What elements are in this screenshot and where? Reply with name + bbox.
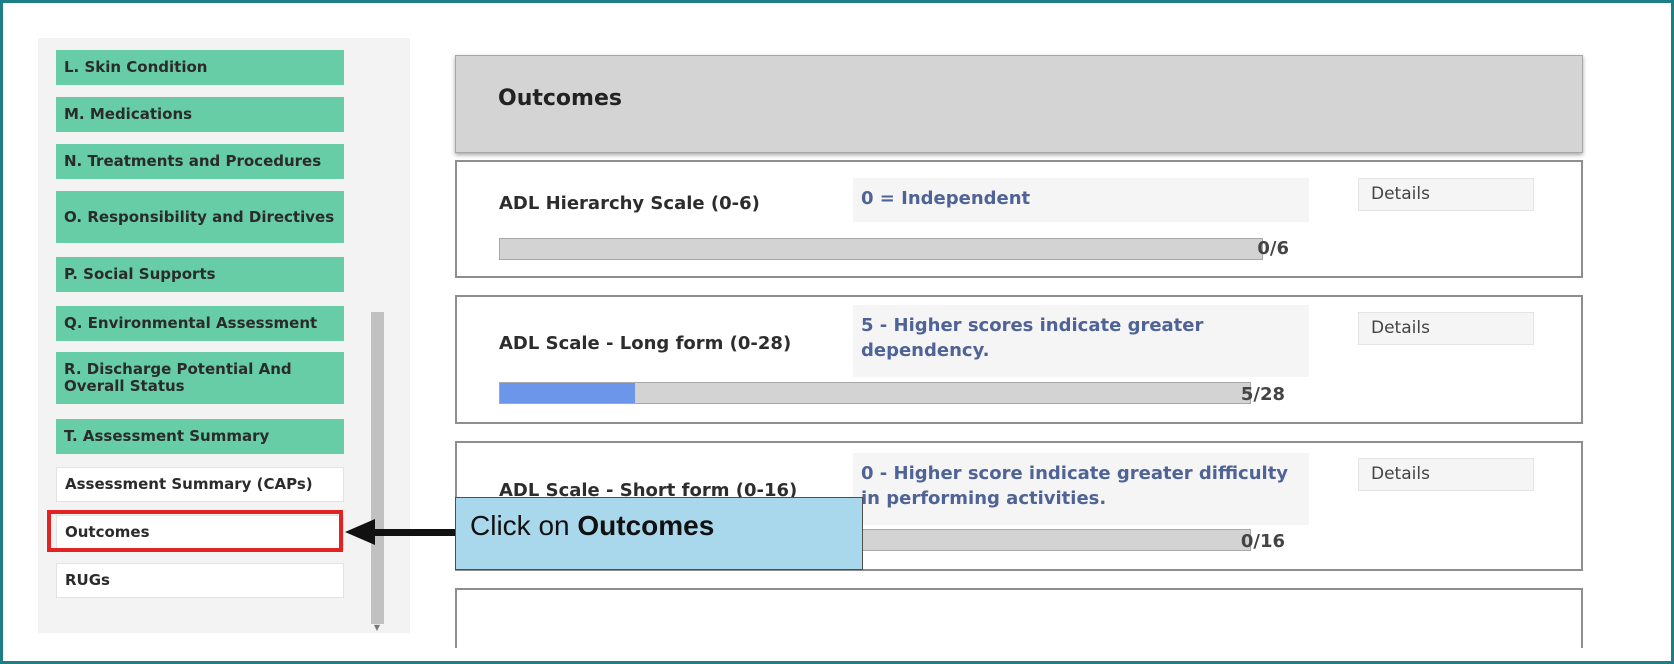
outcome-card-next	[455, 588, 1583, 648]
outcome-value: 0 - Higher score indicate greater diffic…	[853, 453, 1309, 525]
sidebar-item-social-supports[interactable]: P. Social Supports	[56, 257, 344, 292]
sidebar-scrollbar-thumb[interactable]	[371, 312, 384, 624]
outcome-label: ADL Scale - Long form (0-28)	[499, 333, 792, 354]
details-button[interactable]: Details	[1358, 312, 1534, 345]
sidebar-item-label: M. Medications	[64, 105, 193, 123]
sidebar-item-treatments[interactable]: N. Treatments and Procedures	[56, 144, 344, 179]
outcome-value: 5 - Higher scores indicate greater depen…	[853, 305, 1309, 377]
sidebar-item-environmental[interactable]: Q. Environmental Assessment	[56, 306, 344, 341]
callout-prefix: Click on	[470, 510, 578, 541]
sidebar-item-label: P. Social Supports	[64, 265, 216, 283]
outcome-label: ADL Hierarchy Scale (0-6)	[499, 193, 760, 214]
callout-bold: Outcomes	[577, 510, 715, 541]
details-button[interactable]: Details	[1358, 178, 1534, 211]
sidebar-item-caps[interactable]: Assessment Summary (CAPs)	[56, 467, 344, 502]
progress-bar	[499, 238, 1263, 260]
sidebar-item-label: T. Assessment Summary	[64, 427, 270, 445]
sidebar-item-label: O. Responsibility and Directives	[64, 207, 335, 226]
arrow-left-icon	[345, 519, 375, 545]
outcome-score: 5/28	[1240, 384, 1285, 405]
details-button[interactable]: Details	[1358, 458, 1534, 491]
outcome-card-adl-hierarchy: ADL Hierarchy Scale (0-6) 0 = Independen…	[455, 160, 1583, 278]
outcomes-highlight-box	[47, 510, 343, 552]
sidebar-item-label: Assessment Summary (CAPs)	[65, 475, 313, 493]
sidebar-item-medications[interactable]: M. Medications	[56, 97, 344, 132]
progress-bar	[499, 382, 1251, 404]
outcome-score: 0/6	[1257, 238, 1289, 259]
sidebar-item-discharge[interactable]: R. Discharge Potential And Overall Statu…	[56, 352, 344, 404]
sidebar-item-responsibility[interactable]: O. Responsibility and Directives	[56, 191, 344, 243]
scroll-down-icon[interactable]: ▼	[372, 623, 382, 633]
sidebar-item-label: R. Discharge Potential And Overall Statu…	[64, 360, 292, 395]
sidebar-item-label: Q. Environmental Assessment	[64, 314, 318, 332]
outcomes-header: Outcomes	[455, 55, 1583, 153]
sidebar-item-rugs[interactable]: RUGs	[56, 563, 344, 598]
instruction-callout: Click on Outcomes	[455, 497, 863, 570]
sidebar-item-assessment-summary[interactable]: T. Assessment Summary	[56, 419, 344, 454]
sidebar-item-label: N. Treatments and Procedures	[64, 152, 322, 170]
callout-arrow-line	[372, 529, 456, 536]
sidebar-item-label: RUGs	[65, 571, 110, 589]
progress-fill	[500, 383, 635, 403]
outcome-value: 0 = Independent	[853, 178, 1309, 222]
page-title: Outcomes	[498, 86, 622, 111]
outcome-score: 0/16	[1240, 531, 1285, 552]
sidebar-item-skin-condition[interactable]: L. Skin Condition	[56, 50, 344, 85]
outcome-card-adl-long: ADL Scale - Long form (0-28) 5 - Higher …	[455, 295, 1583, 424]
sidebar-item-label: L. Skin Condition	[64, 58, 208, 76]
